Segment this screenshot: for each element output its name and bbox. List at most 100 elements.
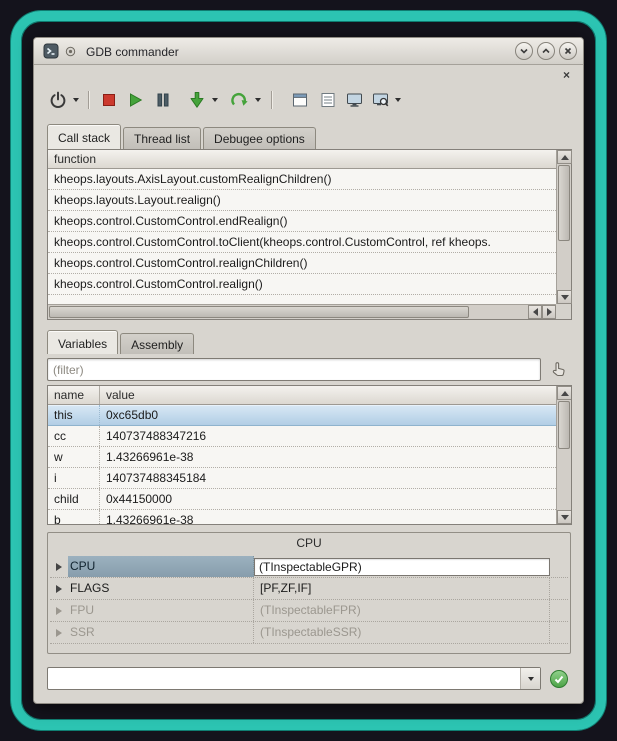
- stop-icon: [100, 91, 118, 109]
- power-icon: [49, 91, 67, 109]
- chevron-down-icon: [395, 98, 401, 102]
- power-button[interactable]: [46, 88, 70, 112]
- register-group-name[interactable]: CPU: [68, 556, 254, 577]
- tab-debugee-options[interactable]: Debugee options: [203, 127, 316, 149]
- cpu-group-title: CPU: [296, 536, 321, 550]
- var-value: 1.43266961e-38: [100, 510, 556, 524]
- call-stack-panel: function kheops.layouts.AxisLayout.custo…: [47, 149, 572, 320]
- cpu-tree-row[interactable]: FLAGS [PF,ZF,IF]: [50, 578, 568, 600]
- combo-dropdown-button[interactable]: [520, 668, 540, 689]
- arrow-down-icon: [561, 515, 569, 520]
- filter-row: [47, 358, 572, 381]
- scroll-up-button[interactable]: [557, 150, 572, 164]
- pause-icon: [154, 91, 172, 109]
- step-into-dropdown-button[interactable]: [209, 88, 220, 112]
- expander-icon[interactable]: [50, 607, 68, 615]
- callstack-row[interactable]: kheops.layouts.Layout.realign(): [48, 190, 556, 211]
- register-group-value: (TInspectableFPR): [254, 600, 550, 621]
- step-over-icon: [231, 91, 249, 109]
- var-value: 0x44150000: [100, 489, 556, 509]
- register-value-editor[interactable]: (TInspectableGPR): [254, 558, 550, 576]
- expression-list-button[interactable]: [316, 88, 340, 112]
- scrollbar-thumb[interactable]: [49, 306, 469, 318]
- column-header-value[interactable]: value: [100, 386, 556, 404]
- variables-rows: this 0xc65db0 cc 140737488347216 w 1.432…: [48, 405, 556, 524]
- hand-pointer-icon[interactable]: [549, 360, 567, 378]
- app-icon: [43, 43, 59, 59]
- var-value: 140737488345184: [100, 468, 556, 488]
- table-row[interactable]: this 0xc65db0: [48, 405, 556, 426]
- callstack-row[interactable]: kheops.control.CustomControl.endRealign(…: [48, 211, 556, 232]
- step-into-icon: [188, 91, 206, 109]
- step-over-button[interactable]: [228, 88, 252, 112]
- register-group-name[interactable]: SSR: [68, 622, 254, 643]
- power-dropdown-button[interactable]: [70, 88, 81, 112]
- cpu-view-button[interactable]: [342, 88, 366, 112]
- tab-variables[interactable]: Variables: [47, 330, 118, 354]
- var-name: w: [48, 447, 100, 467]
- variables-panel: name value this 0xc65db0 cc 140737488347…: [47, 385, 572, 525]
- var-value: 0xc65db0: [100, 405, 556, 425]
- scroll-down-button[interactable]: [557, 290, 572, 304]
- cpu-tree-row[interactable]: SSR (TInspectableSSR): [50, 622, 568, 644]
- scrollbar-thumb[interactable]: [558, 401, 570, 449]
- stop-button[interactable]: [97, 88, 121, 112]
- panel-close-button[interactable]: ×: [560, 69, 573, 82]
- table-row[interactable]: child 0x44150000: [48, 489, 556, 510]
- variables-vertical-scrollbar[interactable]: [556, 386, 571, 524]
- variables-header: name value: [48, 386, 556, 405]
- tab-call-stack[interactable]: Call stack: [47, 124, 121, 149]
- callstack-horizontal-scrollbar[interactable]: [48, 304, 556, 319]
- expander-icon[interactable]: [50, 629, 68, 637]
- expander-icon[interactable]: [50, 585, 68, 593]
- scroll-left-button[interactable]: [528, 305, 542, 319]
- minimize-button[interactable]: [515, 42, 533, 60]
- callstack-column-header[interactable]: function: [48, 150, 556, 169]
- scroll-down-button[interactable]: [557, 510, 572, 524]
- table-row[interactable]: w 1.43266961e-38: [48, 447, 556, 468]
- confirm-button[interactable]: [550, 670, 568, 688]
- callstack-vertical-scrollbar[interactable]: [556, 150, 571, 304]
- filter-input[interactable]: [47, 358, 541, 381]
- table-row[interactable]: cc 140737488347216: [48, 426, 556, 447]
- window-menu-icon[interactable]: [65, 46, 76, 57]
- command-input[interactable]: [49, 669, 517, 688]
- expander-icon[interactable]: [50, 563, 68, 571]
- command-combobox[interactable]: [47, 667, 541, 690]
- step-over-dropdown-button[interactable]: [252, 88, 263, 112]
- arrow-left-icon: [533, 308, 538, 316]
- tab-assembly[interactable]: Assembly: [120, 333, 194, 354]
- register-group-name[interactable]: FPU: [68, 600, 254, 621]
- scrollbar-thumb[interactable]: [558, 165, 570, 241]
- step-into-button[interactable]: [185, 88, 209, 112]
- cpu-tree-row[interactable]: FPU (TInspectableFPR): [50, 600, 568, 622]
- table-row[interactable]: i 140737488345184: [48, 468, 556, 489]
- close-button[interactable]: [559, 42, 577, 60]
- cpu-tree-row[interactable]: CPU (TInspectableGPR): [50, 556, 568, 578]
- register-group-value: [PF,ZF,IF]: [254, 578, 550, 599]
- scroll-right-button[interactable]: [542, 305, 556, 319]
- var-name: b: [48, 510, 100, 524]
- maximize-button[interactable]: [537, 42, 555, 60]
- chevron-down-icon: [528, 677, 534, 681]
- titlebar[interactable]: GDB commander: [34, 38, 583, 65]
- pause-button[interactable]: [151, 88, 175, 112]
- source-window-button[interactable]: [288, 88, 312, 112]
- titlebar-buttons: [515, 42, 577, 60]
- callstack-row[interactable]: kheops.control.CustomControl.toClient(kh…: [48, 232, 556, 253]
- chevron-down-icon: [212, 98, 218, 102]
- memory-inspect-button[interactable]: [368, 88, 392, 112]
- memory-inspect-dropdown-button[interactable]: [392, 88, 403, 112]
- scroll-up-button[interactable]: [557, 386, 572, 400]
- callstack-row[interactable]: kheops.control.CustomControl.realignChil…: [48, 253, 556, 274]
- arrow-up-icon: [561, 391, 569, 396]
- continue-button[interactable]: [123, 88, 147, 112]
- tab-thread-list[interactable]: Thread list: [123, 127, 201, 149]
- window-icon: [292, 92, 308, 108]
- chevron-down-icon: [73, 98, 79, 102]
- table-row[interactable]: b 1.43266961e-38: [48, 510, 556, 524]
- column-header-name[interactable]: name: [48, 386, 100, 404]
- callstack-row[interactable]: kheops.control.CustomControl.realign(): [48, 274, 556, 295]
- callstack-row[interactable]: kheops.layouts.AxisLayout.customRealignC…: [48, 169, 556, 190]
- register-group-name[interactable]: FLAGS: [68, 578, 254, 599]
